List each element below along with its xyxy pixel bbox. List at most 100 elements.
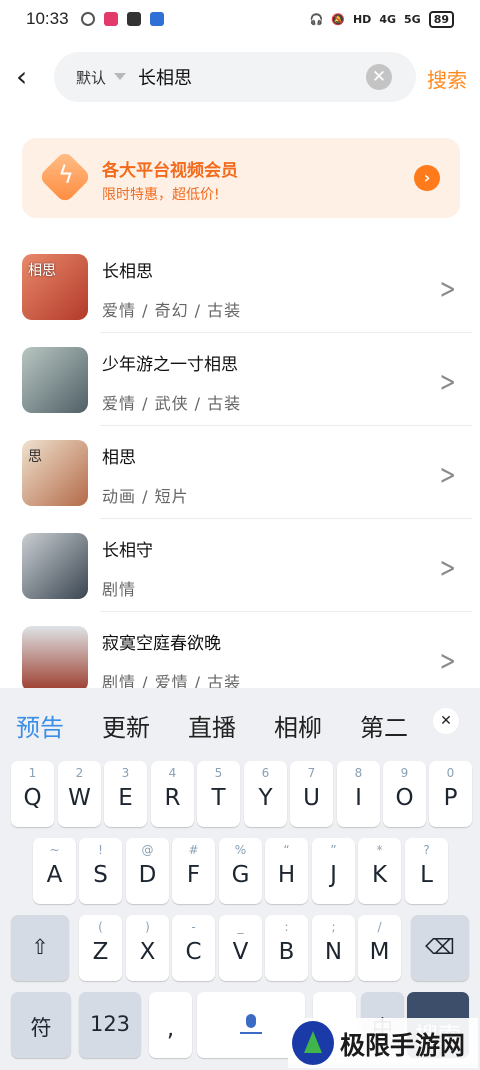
key-hint: 9 bbox=[400, 766, 409, 780]
key-k[interactable]: * K bbox=[358, 838, 401, 904]
key-hint: @ bbox=[141, 843, 154, 857]
microphone-icon bbox=[240, 1032, 262, 1034]
key-label: 符 bbox=[30, 1016, 52, 1040]
key-hint: “ bbox=[283, 843, 290, 857]
mail-icon bbox=[126, 12, 141, 26]
key-b[interactable]: :B bbox=[265, 915, 308, 981]
result-row[interactable]: 少年游之一寸相思 爱情 / 武侠 / 古装 > bbox=[0, 333, 480, 426]
key-hint: ~ bbox=[49, 843, 60, 857]
key-t[interactable]: 5T bbox=[197, 761, 240, 827]
poster-thumbnail: 相思 bbox=[22, 254, 88, 320]
status-time: 10:33 bbox=[26, 9, 69, 28]
result-row[interactable]: 相思 长相思 爱情 / 奇幻 / 古装 > bbox=[0, 240, 480, 333]
chevron-right-icon: > bbox=[439, 644, 456, 677]
key-a[interactable]: ~ A bbox=[33, 838, 76, 904]
key-e[interactable]: 3E bbox=[104, 761, 147, 827]
key-s[interactable]: ! S bbox=[79, 838, 122, 904]
key-label: Z bbox=[92, 939, 109, 965]
key-hint: : bbox=[284, 920, 289, 934]
backspace-key[interactable]: ⌫ bbox=[411, 915, 469, 981]
key-hint: % bbox=[234, 843, 247, 857]
key-r[interactable]: 4R bbox=[151, 761, 194, 827]
search-box[interactable]: 默认 长相思 ✕ bbox=[54, 52, 416, 102]
candidate-word[interactable]: 相柳 bbox=[274, 708, 322, 743]
chevron-right-icon: > bbox=[439, 551, 456, 584]
search-results: 相思 长相思 爱情 / 奇幻 / 古装 > 少年游之一寸相思 爱情 / 武侠 /… bbox=[0, 240, 480, 705]
key-label: T bbox=[211, 785, 226, 811]
key-hint: _ bbox=[237, 920, 244, 934]
poster-thumbnail bbox=[22, 626, 88, 692]
key-label: X bbox=[139, 939, 156, 965]
result-tags: 爱情 / 奇幻 / 古装 bbox=[102, 301, 242, 320]
candidate-word[interactable]: 第二 bbox=[360, 708, 418, 743]
symbols-key[interactable]: 符 bbox=[11, 992, 71, 1058]
key-w[interactable]: 2W bbox=[58, 761, 101, 827]
key-y[interactable]: 6Y bbox=[244, 761, 287, 827]
search-input[interactable]: 长相思 bbox=[138, 64, 192, 90]
key-hint: ; bbox=[331, 920, 336, 934]
key-j[interactable]: ” J bbox=[312, 838, 355, 904]
key-hint: ( bbox=[98, 920, 103, 934]
comma-key[interactable]: , bbox=[149, 992, 192, 1058]
key-label: B bbox=[278, 939, 295, 965]
promo-title: 各大平台视频会员 bbox=[102, 161, 238, 181]
key-label: E bbox=[118, 785, 133, 811]
result-row[interactable]: 长相守 剧情 > bbox=[0, 519, 480, 612]
clear-icon[interactable]: ✕ bbox=[366, 64, 392, 90]
vip-promo-banner[interactable]: ϟ 各大平台视频会员 限时特惠，超低价! › bbox=[22, 138, 460, 218]
key-u[interactable]: 7U bbox=[290, 761, 333, 827]
app-notification-icon bbox=[149, 12, 164, 26]
key-label: S bbox=[93, 862, 108, 888]
key-hint: ! bbox=[98, 843, 103, 857]
candidate-word[interactable]: 预告 bbox=[16, 708, 64, 743]
key-hint: 6 bbox=[261, 766, 270, 780]
key-z[interactable]: (Z bbox=[79, 915, 122, 981]
back-arrow-icon[interactable]: ‹ bbox=[16, 63, 40, 92]
key-label: I bbox=[355, 785, 362, 811]
shift-key[interactable]: ⇧ bbox=[11, 915, 69, 981]
key-l[interactable]: ? L bbox=[405, 838, 448, 904]
key-label: H bbox=[277, 862, 296, 888]
candidate-word[interactable]: 更新 bbox=[102, 708, 150, 743]
result-row[interactable]: 思 相思 动画 / 短片 > bbox=[0, 426, 480, 519]
lightning-icon: ϟ bbox=[58, 161, 74, 189]
result-tags: 爱情 / 武侠 / 古装 bbox=[102, 394, 242, 413]
poster-text: 思 bbox=[28, 449, 42, 465]
caret-down-icon[interactable] bbox=[114, 73, 126, 80]
candidate-word[interactable]: 直播 bbox=[188, 708, 236, 743]
key-hint: ” bbox=[330, 843, 337, 857]
battery-indicator: 89 bbox=[428, 10, 454, 28]
key-label: L bbox=[420, 862, 433, 888]
key-v[interactable]: _ V bbox=[219, 915, 262, 981]
key-q[interactable]: 1Q bbox=[11, 761, 54, 827]
result-title: 相思 bbox=[102, 448, 136, 468]
key-f[interactable]: # F bbox=[172, 838, 215, 904]
close-candidates-icon[interactable]: ✕ bbox=[433, 708, 459, 734]
key-o[interactable]: 9O bbox=[383, 761, 426, 827]
candidate-bar: 预告 更新 直播 相柳 第二 ✕ bbox=[0, 688, 480, 756]
status-bar: 10:33 🎧 🔕 HD 4G 5G 89 bbox=[0, 0, 480, 38]
key-h[interactable]: “H bbox=[265, 838, 308, 904]
chevron-right-icon[interactable]: › bbox=[414, 165, 440, 191]
key-p[interactable]: 0P bbox=[429, 761, 472, 827]
search-scope-select[interactable]: 默认 bbox=[76, 67, 106, 88]
key-label: K bbox=[371, 862, 388, 888]
key-label: M bbox=[369, 939, 390, 965]
key-label: P bbox=[443, 785, 458, 811]
key-hint: 3 bbox=[121, 766, 130, 780]
app-notification-icon bbox=[80, 12, 95, 26]
key-c[interactable]: -C bbox=[172, 915, 215, 981]
watermark: 极限手游网 bbox=[288, 1018, 478, 1068]
key-d[interactable]: @ D bbox=[126, 838, 169, 904]
key-m[interactable]: / M bbox=[358, 915, 401, 981]
key-x[interactable]: ) X bbox=[126, 915, 169, 981]
shift-icon: ⇧ bbox=[31, 935, 49, 959]
key-i[interactable]: 8I bbox=[337, 761, 380, 827]
network-4g: 4G bbox=[379, 12, 396, 26]
search-button[interactable]: 搜索 bbox=[427, 64, 467, 93]
key-n[interactable]: ; N bbox=[312, 915, 355, 981]
numbers-key[interactable]: 123 bbox=[79, 992, 141, 1058]
key-hint: - bbox=[191, 920, 196, 934]
key-g[interactable]: % G bbox=[219, 838, 262, 904]
key-label: R bbox=[164, 785, 181, 811]
